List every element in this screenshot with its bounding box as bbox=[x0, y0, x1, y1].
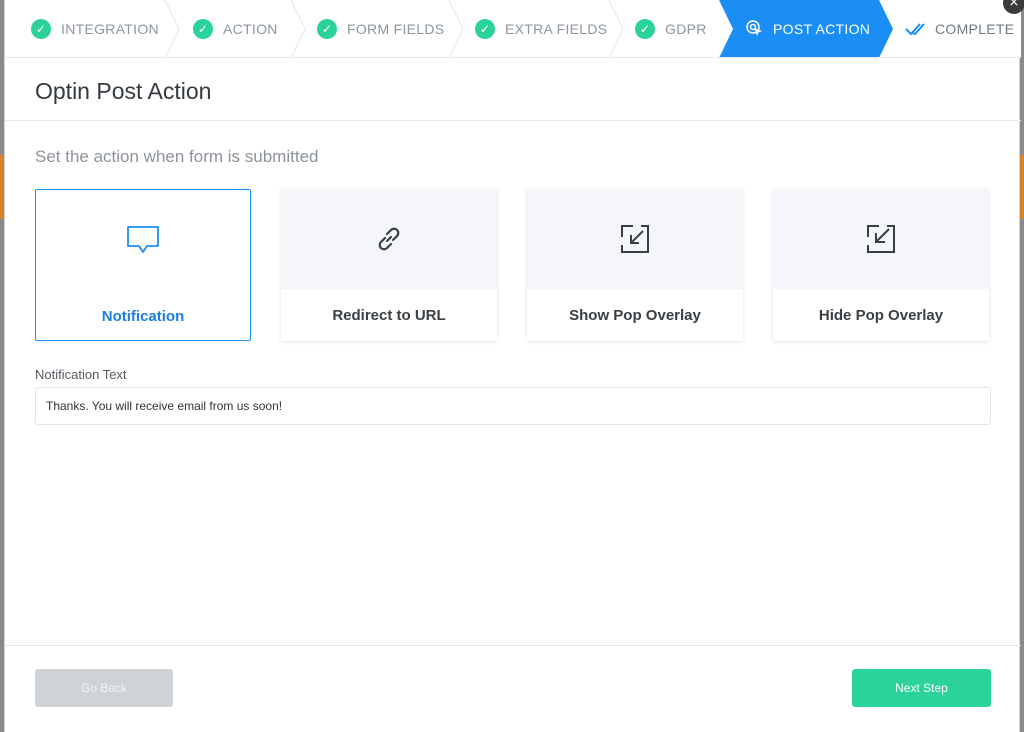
step-label: ACTION bbox=[223, 21, 278, 37]
chevron-separator-icon bbox=[290, 0, 306, 57]
chevron-separator-icon bbox=[608, 0, 624, 57]
step-post-action[interactable]: POST ACTION bbox=[719, 0, 879, 57]
option-label: Notification bbox=[101, 307, 185, 325]
step-arrow bbox=[879, 0, 893, 57]
arrow-out-box-icon bbox=[867, 225, 895, 253]
cursor-click-icon bbox=[746, 20, 762, 36]
post-action-options: Notification Redirect to URL Show Pop Ov… bbox=[35, 189, 991, 341]
option-label: Show Pop Overlay bbox=[569, 306, 701, 324]
post-action-modal: × ✓ INTEGRATION ✓ ACTION ✓ FORM FIELDS ✓… bbox=[4, 0, 1024, 732]
option-show-pop-overlay[interactable]: Show Pop Overlay bbox=[527, 189, 743, 341]
arrow-in-box-icon bbox=[621, 225, 649, 253]
option-redirect-url[interactable]: Redirect to URL bbox=[281, 189, 497, 341]
step-gdpr[interactable]: ✓ GDPR bbox=[635, 0, 707, 57]
footer-divider bbox=[5, 645, 1021, 646]
option-icon-area bbox=[36, 190, 250, 290]
step-integration[interactable]: ✓ INTEGRATION bbox=[31, 0, 159, 57]
notification-text-input[interactable] bbox=[35, 387, 991, 425]
check-circle-icon: ✓ bbox=[317, 19, 337, 39]
link-icon bbox=[378, 227, 400, 251]
option-icon-area bbox=[281, 189, 497, 289]
step-label: EXTRA FIELDS bbox=[505, 21, 608, 37]
notification-text-label: Notification Text bbox=[35, 367, 127, 382]
check-circle-icon: ✓ bbox=[193, 19, 213, 39]
option-label: Hide Pop Overlay bbox=[818, 306, 944, 324]
step-label: COMPLETE bbox=[935, 21, 1015, 37]
check-circle-icon: ✓ bbox=[31, 19, 51, 39]
next-step-button[interactable]: Next Step bbox=[852, 669, 991, 707]
step-label: POST ACTION bbox=[773, 21, 871, 37]
chat-bubble-icon bbox=[127, 226, 159, 253]
step-label: FORM FIELDS bbox=[347, 21, 445, 37]
option-notification[interactable]: Notification bbox=[35, 189, 251, 341]
chevron-separator-icon bbox=[448, 0, 464, 57]
step-notch bbox=[719, 0, 733, 57]
header-divider bbox=[5, 120, 1021, 121]
option-icon-area bbox=[527, 189, 743, 289]
option-icon-area bbox=[773, 189, 989, 289]
step-extra-fields[interactable]: ✓ EXTRA FIELDS bbox=[475, 0, 608, 57]
double-check-icon bbox=[905, 23, 925, 36]
step-label: GDPR bbox=[665, 21, 707, 37]
option-label: Redirect to URL bbox=[332, 306, 446, 324]
step-form-fields[interactable]: ✓ FORM FIELDS bbox=[317, 0, 445, 57]
check-circle-icon: ✓ bbox=[635, 19, 655, 39]
step-label: INTEGRATION bbox=[61, 21, 159, 37]
step-action[interactable]: ✓ ACTION bbox=[193, 0, 278, 57]
option-hide-pop-overlay[interactable]: Hide Pop Overlay bbox=[773, 189, 989, 341]
wizard-steps: ✓ INTEGRATION ✓ ACTION ✓ FORM FIELDS ✓ E… bbox=[5, 0, 1021, 58]
step-complete[interactable]: COMPLETE bbox=[905, 0, 1015, 57]
check-circle-icon: ✓ bbox=[475, 19, 495, 39]
page-title: Optin Post Action bbox=[35, 78, 212, 104]
section-subtitle: Set the action when form is submitted bbox=[35, 147, 319, 166]
chevron-separator-icon bbox=[164, 0, 180, 57]
go-back-button[interactable]: Go Back bbox=[35, 669, 173, 707]
